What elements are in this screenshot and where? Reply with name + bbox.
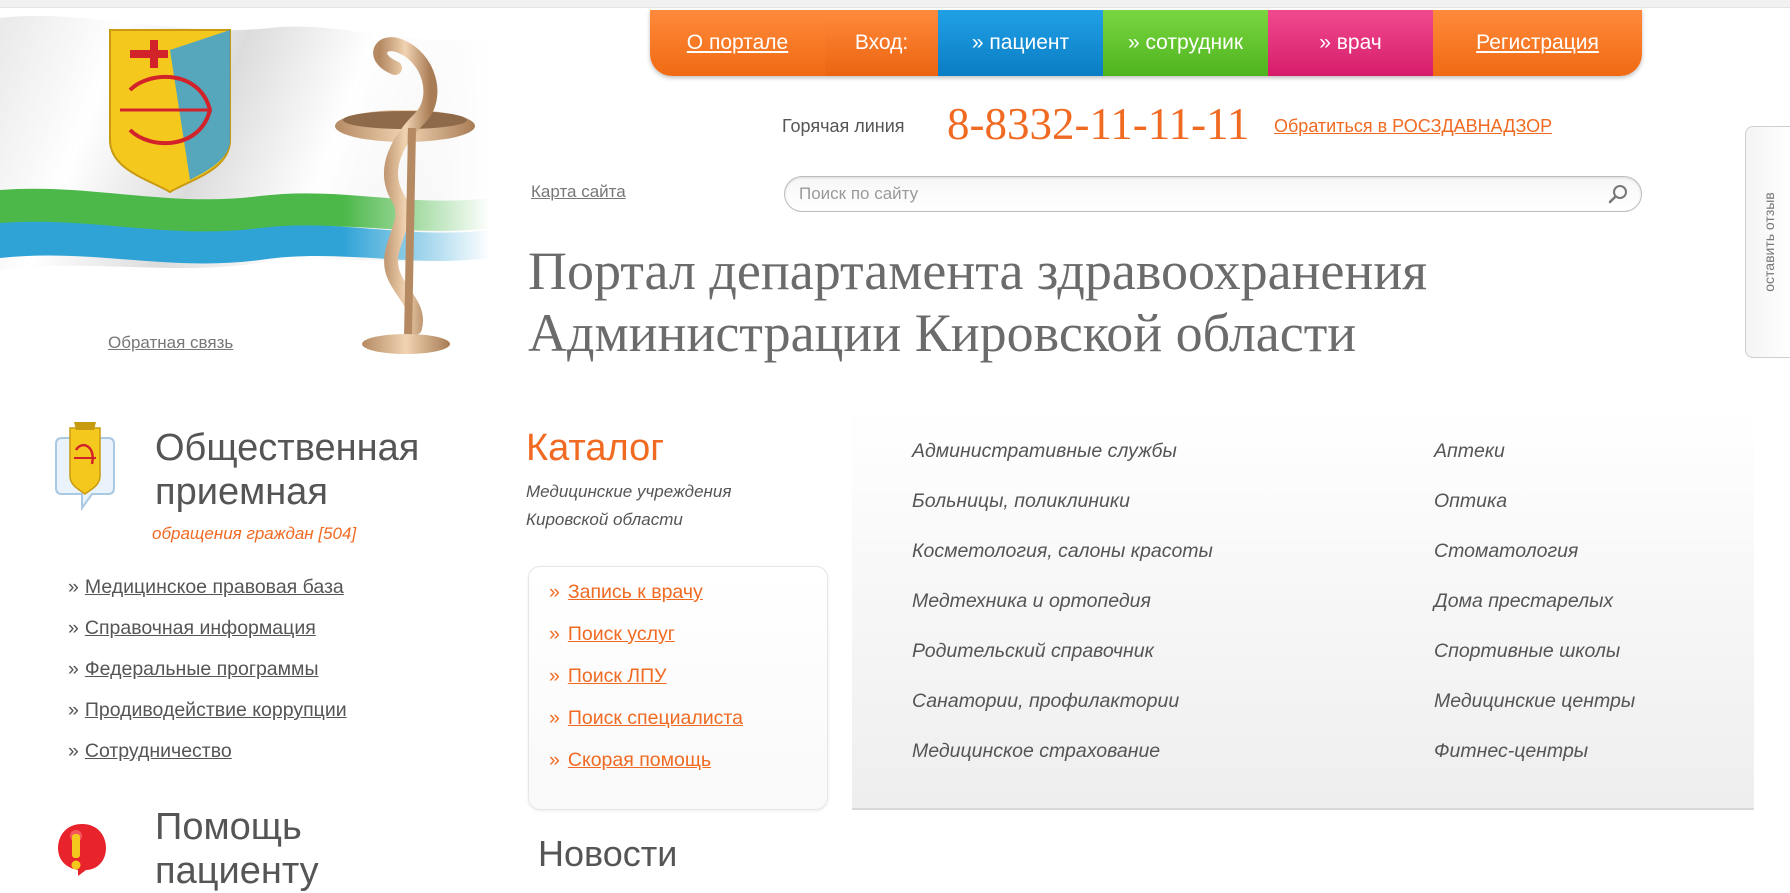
link-marker: » [549, 665, 560, 687]
citizen-appeals-link[interactable]: обращения граждан [504] [152, 524, 356, 544]
list-item: » Запись к врачу [549, 581, 743, 623]
catalog-categories: Административные службы Больницы, поликл… [852, 408, 1754, 810]
list-item: » Медицинское правовая база [68, 576, 347, 617]
category-dentistry[interactable]: Стоматология [1434, 540, 1635, 590]
catalog-title: Каталог [526, 427, 665, 469]
list-item: » Поиск специалиста [549, 707, 743, 749]
search-box [784, 176, 1642, 212]
leave-feedback-label: оставить отзыв [1760, 192, 1777, 292]
link-federal-programs[interactable]: Федеральные программы [85, 658, 319, 681]
link-ambulance[interactable]: Скорая помощь [568, 749, 711, 771]
search-icon[interactable] [1607, 183, 1629, 205]
link-doctor-appointment[interactable]: Запись к врачу [568, 581, 703, 603]
list-item: » Федеральные программы [68, 658, 347, 699]
left-link-list: » Медицинское правовая база » Справочная и… [68, 576, 347, 781]
category-cosmetology[interactable]: Косметология, салоны красоты [912, 540, 1213, 590]
category-med-equipment[interactable]: Медтехника и ортопедия [912, 590, 1213, 640]
link-specialist-search[interactable]: Поиск специалиста [568, 707, 743, 729]
category-nursing-homes[interactable]: Дома престарелых [1434, 590, 1635, 640]
link-legal-base[interactable]: Медицинское правовая база [85, 576, 344, 599]
news-title: Новости [538, 833, 678, 874]
reception-icon [55, 422, 115, 512]
list-item: » Продиводействие коррупции [68, 699, 347, 740]
nav-register[interactable]: Регистрация [1433, 10, 1642, 76]
category-sports-schools[interactable]: Спортивные школы [1434, 640, 1635, 690]
link-marker: » [68, 658, 79, 680]
categories-column-2: Аптеки Оптика Стоматология Дома престаре… [1434, 440, 1635, 790]
list-item: » Справочная информация [68, 617, 347, 658]
category-hospitals[interactable]: Больницы, поликлиники [912, 490, 1213, 540]
feedback-link[interactable]: Обратная связь [108, 333, 233, 353]
hotline-label: Горячая линия [782, 116, 905, 136]
link-cooperation[interactable]: Сотрудничество [85, 740, 232, 763]
patient-help-title[interactable]: Помощь пациенту [155, 805, 355, 893]
catalog-quick-links: » Запись к врачу » Поиск услуг » Поиск ЛПУ … [528, 566, 828, 810]
link-marker: » [68, 699, 79, 721]
category-optics[interactable]: Оптика [1434, 490, 1635, 540]
list-item: » Скорая помощь [549, 749, 743, 791]
link-anti-corruption[interactable]: Продиводействие коррупции [85, 699, 347, 722]
category-parent-guide[interactable]: Родительский справочник [912, 640, 1213, 690]
header-illustration [0, 8, 490, 358]
nav-login-label: Вход: [825, 10, 938, 76]
list-item: » Поиск ЛПУ [549, 665, 743, 707]
link-marker: » [549, 749, 560, 771]
top-border [0, 0, 1790, 8]
category-pharmacies[interactable]: Аптеки [1434, 440, 1635, 490]
category-medical-centers[interactable]: Медицинские центры [1434, 690, 1635, 740]
nav-login-patient[interactable]: » пациент [938, 10, 1103, 76]
link-facility-search[interactable]: Поиск ЛПУ [568, 665, 667, 687]
list-item: » Поиск услуг [549, 623, 743, 665]
top-nav: О портале Вход: » пациент » сотрудник » … [650, 10, 1642, 76]
link-reference-info[interactable]: Справочная информация [85, 617, 316, 640]
list-item: » Сотрудничество [68, 740, 347, 781]
nav-about-portal[interactable]: О портале [650, 10, 825, 76]
category-sanatoriums[interactable]: Санатории, профилактории [912, 690, 1213, 740]
nav-login-staff[interactable]: » сотрудник [1103, 10, 1268, 76]
link-marker: » [68, 576, 79, 598]
page-title: Портал департамента здравоохранения Адми… [528, 241, 1428, 363]
nav-login-doctor[interactable]: » врач [1268, 10, 1433, 76]
hotline-number: 8-8332-11-11-11 [947, 99, 1250, 149]
link-marker: » [549, 623, 560, 645]
link-marker: » [549, 581, 560, 603]
coat-of-arms-icon [109, 29, 231, 194]
catalog-subtitle: Медицинские учреждения Кировской области [526, 482, 732, 529]
category-fitness-centers[interactable]: Фитнес-центры [1434, 740, 1635, 790]
reception-title[interactable]: Общественная приемная [155, 426, 465, 514]
link-marker: » [68, 617, 79, 639]
category-admin-services[interactable]: Административные службы [912, 440, 1213, 490]
roszdravnadzor-link[interactable]: Обратиться в РОСЗДАВНАДЗОР [1274, 116, 1552, 137]
link-marker: » [68, 740, 79, 762]
link-service-search[interactable]: Поиск услуг [568, 623, 675, 645]
sitemap-link[interactable]: Карта сайта [531, 182, 626, 202]
link-marker: » [549, 707, 560, 729]
leave-feedback-tab[interactable]: оставить отзыв [1745, 126, 1790, 358]
categories-column-1: Административные службы Больницы, поликл… [912, 440, 1213, 790]
search-input[interactable] [799, 182, 1579, 206]
category-med-insurance[interactable]: Медицинское страхование [912, 740, 1213, 790]
exclamation-icon [58, 824, 106, 876]
